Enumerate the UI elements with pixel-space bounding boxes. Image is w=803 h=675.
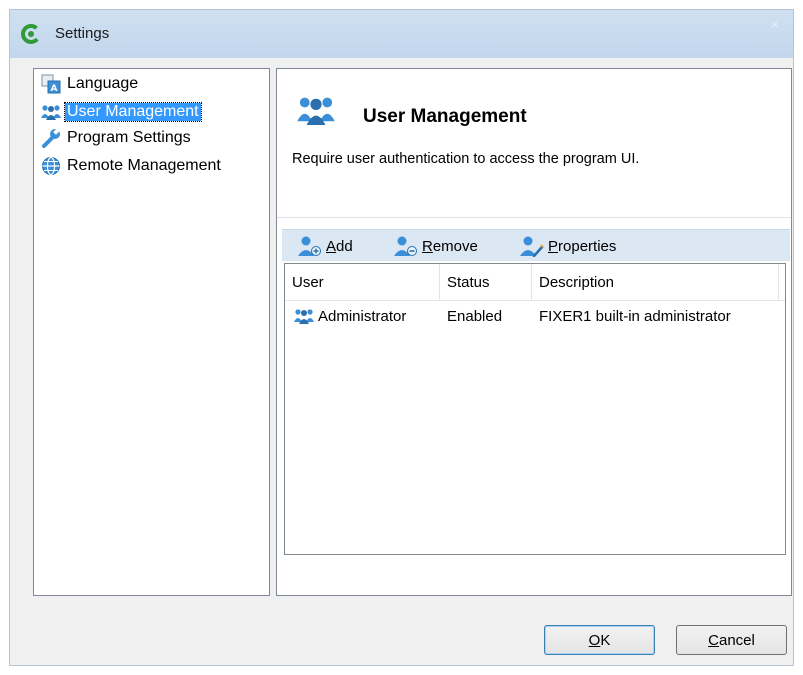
globe-icon	[40, 156, 62, 176]
add-accel: A	[326, 237, 337, 255]
cell-description: FIXER1 built-in administrator	[539, 307, 731, 325]
users-icon	[294, 309, 314, 324]
add-user-button[interactable]: Add	[296, 234, 353, 258]
divider	[277, 217, 791, 218]
language-icon: A	[40, 74, 62, 94]
cell-user: Administrator	[292, 302, 440, 330]
nav-item-label: Remote Management	[67, 157, 221, 174]
add-user-icon	[298, 236, 321, 256]
panel-title: User Management	[363, 106, 527, 127]
user-name: Administrator	[318, 307, 407, 325]
add-label: dd	[336, 237, 353, 255]
nav-item-remote-management[interactable]: Remote Management	[40, 155, 223, 177]
users-icon	[40, 102, 62, 122]
settings-dialog: Settings × A Language User Management Pr…	[9, 9, 794, 666]
wrench-icon	[40, 128, 62, 148]
column-header-description[interactable]: Description	[532, 264, 779, 300]
svg-text:A: A	[51, 84, 58, 94]
properties-button[interactable]: Properties	[518, 234, 616, 258]
user-toolbar: Add Remove Properties	[282, 229, 790, 261]
nav-item-label: User Management	[64, 102, 202, 122]
settings-nav-tree: A Language User Management Program Setti…	[33, 68, 270, 596]
nav-item-label: Language	[67, 75, 139, 92]
properties-label: roperties	[558, 237, 617, 255]
ok-label: K	[600, 631, 611, 649]
user-management-panel: User Management Require user authenticat…	[276, 68, 792, 596]
title-bar[interactable]: Settings ×	[10, 10, 793, 58]
window-title: Settings	[55, 25, 110, 42]
nav-item-label: Program Settings	[67, 129, 191, 146]
cancel-accel: C	[708, 631, 719, 649]
table-header: User Status Description	[285, 264, 785, 301]
nav-item-language[interactable]: A Language	[40, 73, 140, 95]
remove-user-icon	[394, 236, 417, 256]
cell-status: Enabled	[447, 307, 503, 325]
nav-item-user-management[interactable]: User Management	[40, 101, 202, 123]
cancel-button[interactable]: Cancel	[676, 625, 787, 655]
column-header-status[interactable]: Status	[440, 264, 532, 300]
app-logo-icon	[21, 24, 41, 44]
remove-accel: R	[422, 237, 433, 255]
panel-description: Require user authentication to access th…	[292, 151, 640, 167]
properties-accel: P	[548, 237, 559, 255]
user-properties-icon	[520, 236, 544, 257]
remove-label: emove	[432, 237, 478, 255]
nav-item-program-settings[interactable]: Program Settings	[40, 127, 193, 149]
table-row[interactable]: Administrator Enabled FIXER1 built-in ad…	[285, 302, 785, 330]
users-table: User Status Description Administrator En…	[284, 263, 786, 555]
cancel-label: ancel	[718, 631, 755, 649]
remove-user-button[interactable]: Remove	[392, 234, 478, 258]
close-icon[interactable]: ×	[771, 16, 779, 32]
users-icon	[297, 97, 335, 125]
ok-accel: O	[588, 631, 601, 649]
ok-button[interactable]: OK	[544, 625, 655, 655]
column-header-user[interactable]: User	[285, 264, 440, 300]
